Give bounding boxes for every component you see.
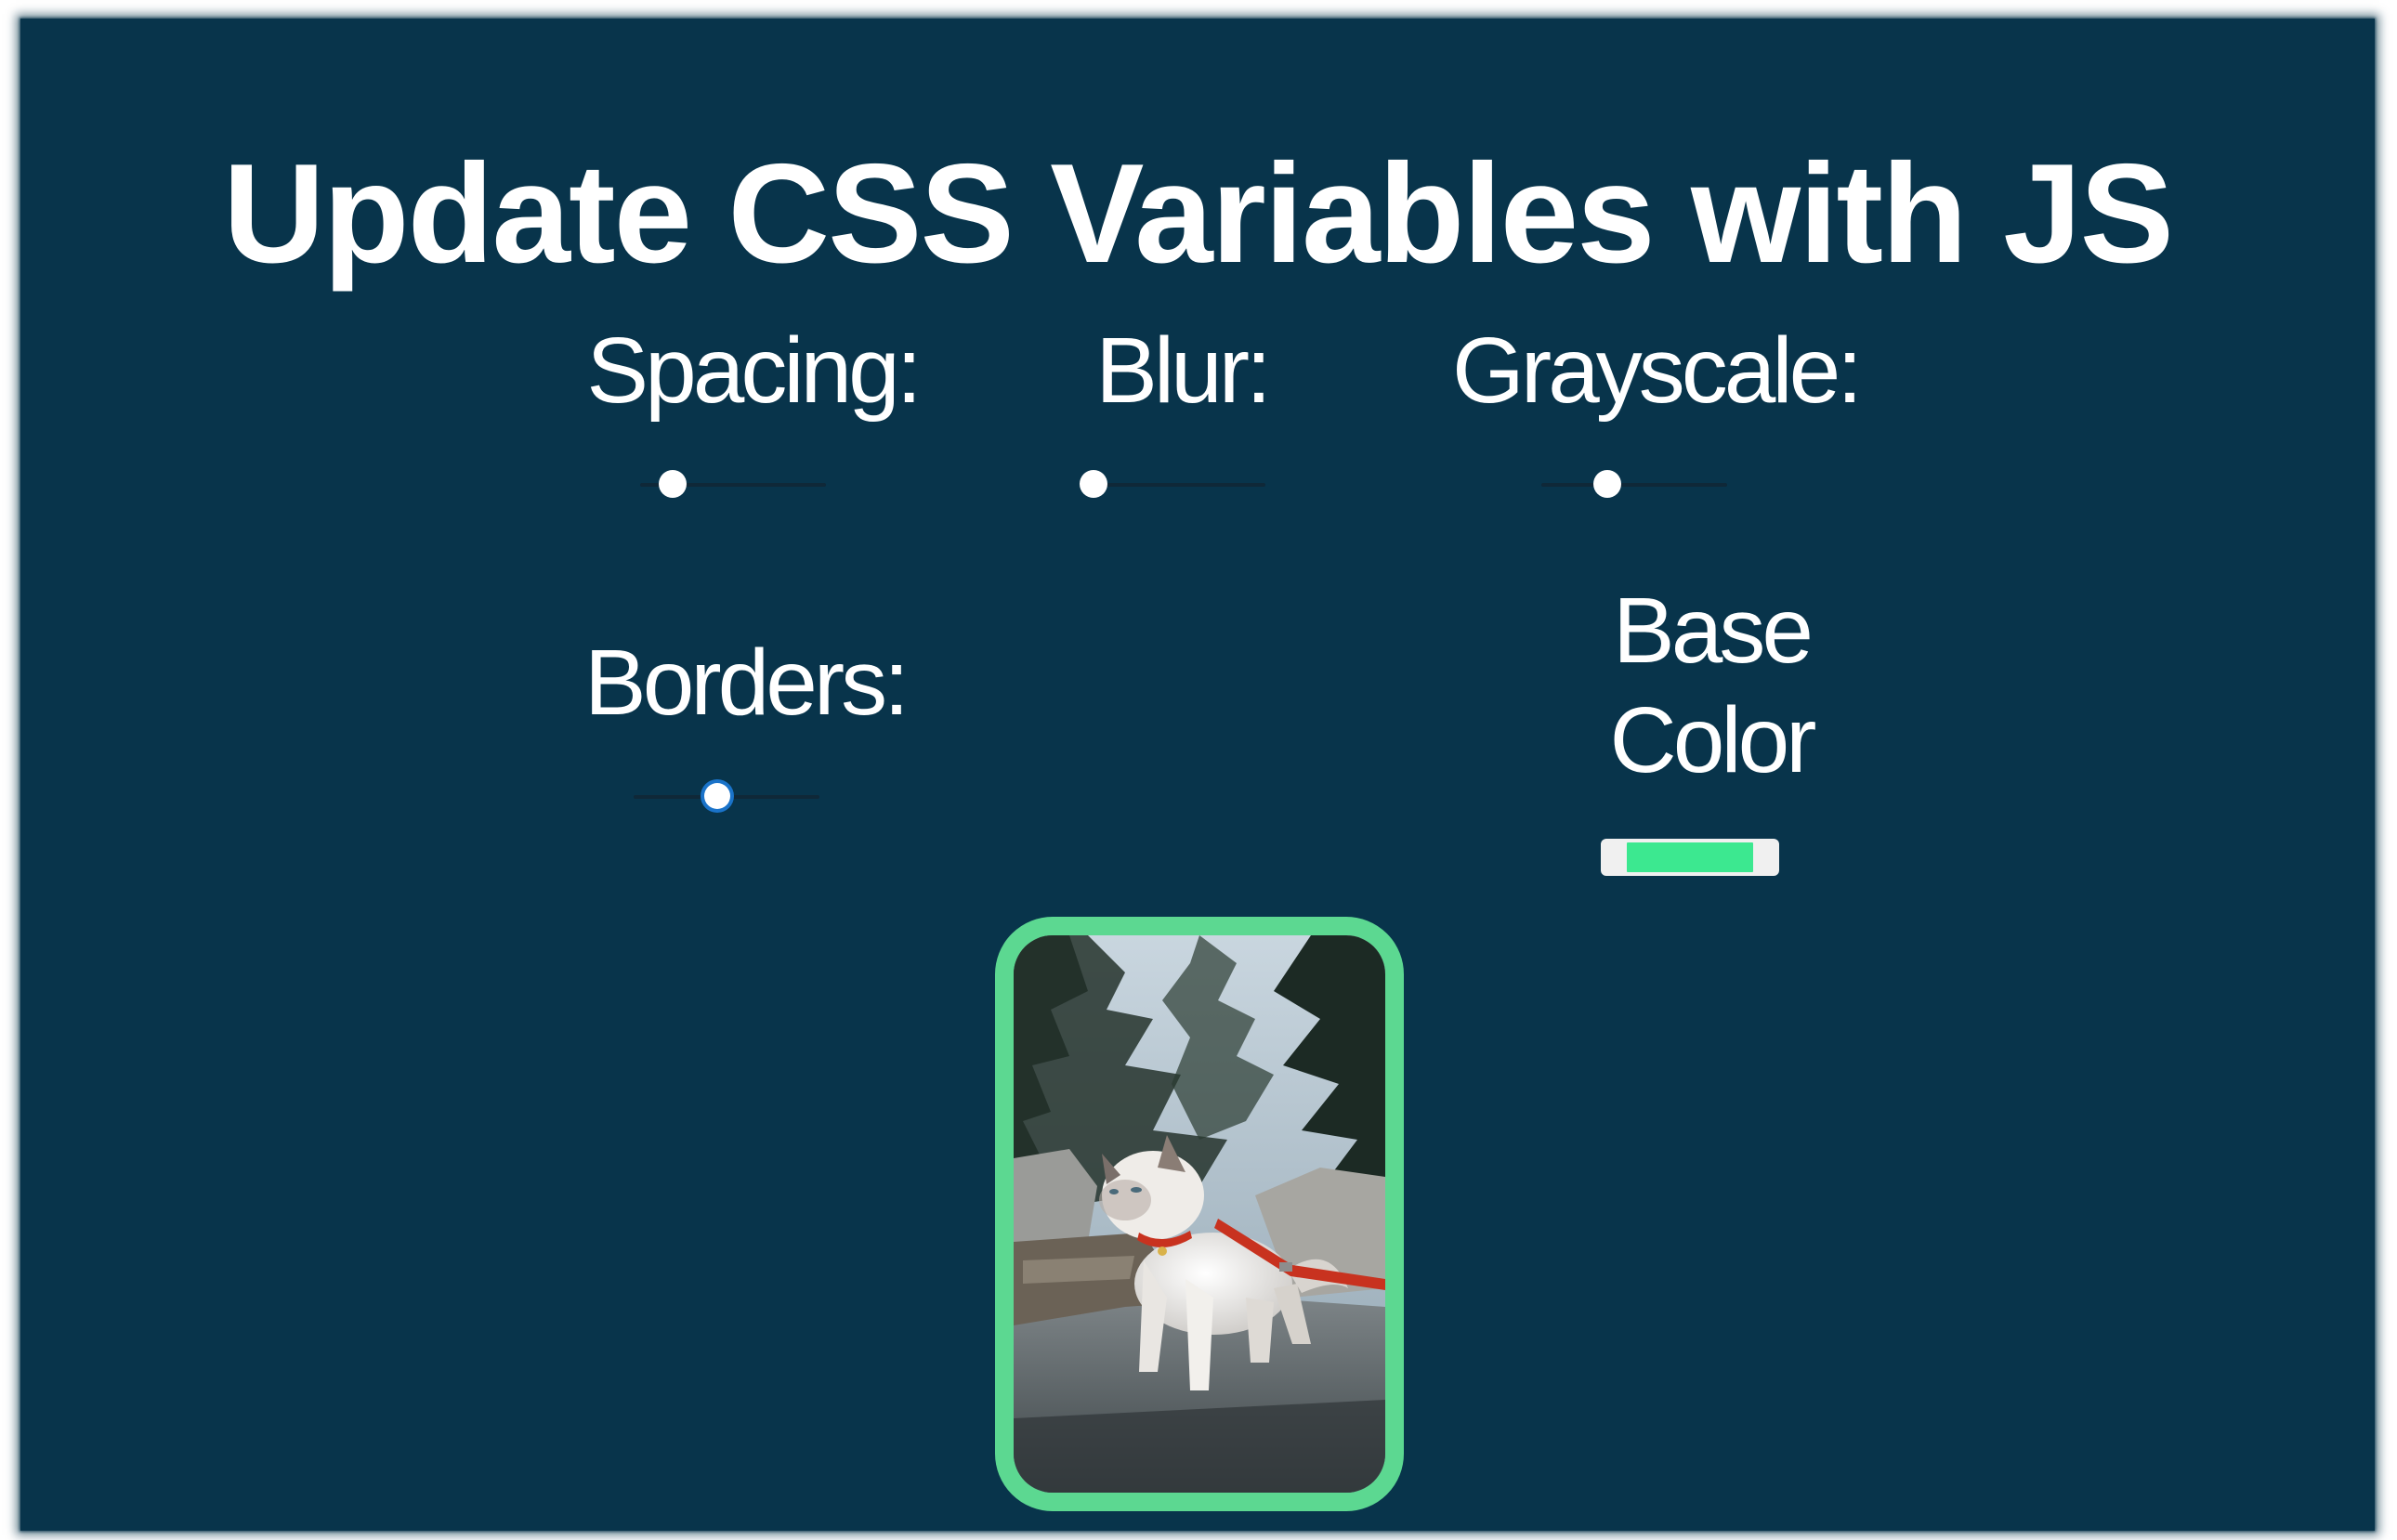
blur-control: Blur:	[996, 316, 1368, 425]
spacing-slider-thumb[interactable]	[659, 470, 688, 498]
base-color-label-line1: Base	[1613, 579, 1814, 683]
grayscale-control: Grayscale:	[1442, 316, 1869, 425]
base-color-swatch	[1627, 842, 1753, 872]
blur-slider-track	[1080, 483, 1265, 487]
base-color-control: Base Color	[1507, 576, 1916, 795]
base-color-picker[interactable]	[1601, 839, 1779, 876]
cat-photo	[1014, 935, 1385, 1493]
page-title: Update CSS Variables with JS	[222, 134, 2174, 293]
spacing-slider[interactable]	[640, 469, 826, 501]
base-color-label-line2: Color	[1609, 688, 1817, 792]
page-background: Update CSS Variables with JS Spacing: Bl…	[20, 19, 2375, 1531]
grayscale-slider[interactable]	[1541, 469, 1727, 501]
borders-label: Borders:	[584, 631, 910, 735]
borders-slider-thumb[interactable]	[703, 783, 730, 809]
spacing-control: Spacing:	[557, 316, 948, 425]
borders-slider[interactable]	[634, 781, 819, 813]
grayscale-slider-thumb[interactable]	[1593, 470, 1622, 498]
spacing-label: Spacing:	[586, 319, 922, 423]
blur-slider-thumb[interactable]	[1080, 470, 1107, 498]
grayscale-label: Grayscale:	[1452, 319, 1863, 423]
cat-photo-frame	[995, 917, 1404, 1511]
borders-control: Borders:	[550, 628, 940, 737]
grayscale-slider-track	[1541, 483, 1727, 487]
blur-label: Blur:	[1095, 319, 1272, 423]
blur-slider[interactable]	[1080, 469, 1265, 501]
